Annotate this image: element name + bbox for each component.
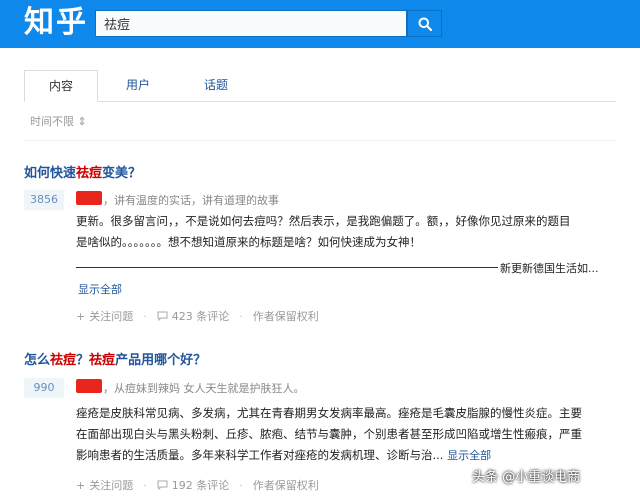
excerpt-text: 影响患者的生活质量。多年来科学工作者对痤疮的发病机理、诊断与治... — [76, 448, 444, 462]
excerpt-trailing-text: 新更新德国生活如... — [500, 262, 599, 275]
separator: · — [143, 309, 147, 323]
plus-icon: + — [76, 309, 86, 323]
tab-topics[interactable]: 话题 — [190, 70, 242, 100]
vote-count[interactable]: 990 — [24, 378, 64, 398]
search-button[interactable] — [407, 10, 442, 37]
separator: · — [143, 478, 147, 492]
vote-count[interactable]: 3856 — [24, 190, 64, 210]
result-title[interactable]: 如何快速祛痘变美？ — [24, 162, 141, 181]
answer-excerpt[interactable]: 痤疮是皮肤科常见病、多发病，尤其在青春期男女发病率最高。痤疮是毛囊皮脂腺的慢性炎… — [76, 403, 616, 466]
answer-meta-row: + 关注问题 · 192 条评论 · 作者保留权利 — [76, 477, 319, 493]
answer-meta-row: + 关注问题 · 423 条评论 · 作者保留权利 — [76, 308, 319, 324]
comment-icon — [157, 311, 168, 321]
excerpt-line: 痤疮是皮肤科常见病、多发病，尤其在青春期男女发病率最高。痤疮是毛囊皮脂腺的慢性炎… — [76, 406, 582, 420]
show-all-link[interactable]: 显示全部 — [447, 449, 491, 462]
excerpt-line: 影响患者的生活质量。多年来科学工作者对痤疮的发病机理、诊断与治... 显示全部 — [76, 445, 616, 466]
title-highlight: 祛痘 — [76, 166, 103, 181]
divider — [24, 140, 616, 141]
tab-content[interactable]: 内容 — [24, 70, 98, 102]
search-input[interactable] — [95, 10, 407, 37]
search-icon — [418, 17, 432, 31]
excerpt-line: 是啥似的。。。。。。。想不想知道原来的标题是啥？如何快速成为女神！ — [76, 235, 421, 249]
follow-question-link[interactable]: 关注问题 — [89, 308, 133, 324]
title-text: 产品用哪个好？ — [115, 353, 207, 368]
show-all-link[interactable]: 显示全部 — [78, 281, 122, 297]
rights-text: 作者保留权利 — [252, 479, 319, 492]
separator: · — [239, 478, 243, 492]
search-tabs: 内容 用户 话题 — [24, 70, 616, 102]
follow-question-link[interactable]: 关注问题 — [89, 477, 133, 493]
comments-link[interactable]: 192 条评论 — [172, 477, 230, 493]
author-bio: ，从痘妹到辣妈 女人天生就是护肤狂人。 — [103, 382, 305, 395]
title-highlight: 祛痘 — [89, 353, 116, 368]
title-text: 变美？ — [102, 166, 142, 181]
excerpt-line: 在面部出现白头与黑头粉刺、丘疹、脓疱、结节与囊肿，个别患者甚至形成凹陷或增生性瘢… — [76, 427, 582, 441]
comment-icon — [157, 480, 168, 490]
author-bio: ，讲有温度的实话，讲有道理的故事 — [103, 194, 279, 207]
horizontal-rule — [76, 267, 498, 268]
time-filter[interactable]: 时间不限 ⇕ — [30, 113, 87, 129]
title-highlight: 祛痘 — [50, 353, 77, 368]
rights-text: 作者保留权利 — [252, 310, 319, 323]
tab-users[interactable]: 用户 — [112, 70, 164, 100]
result-title[interactable]: 怎么祛痘？祛痘产品用哪个好？ — [24, 349, 206, 368]
separator: · — [239, 309, 243, 323]
zhihu-logo[interactable]: 知乎 — [24, 6, 88, 40]
watermark-text: 头条 @小重谈电商 — [472, 470, 581, 485]
answer-excerpt[interactable]: 更新。很多留言问，，不是说如何去痘吗？然后表示，是我跑偏题了。额，，好像你见过原… — [76, 211, 616, 253]
redacted-author-name — [76, 191, 102, 205]
plus-icon: + — [76, 478, 86, 492]
title-text: 如何快速 — [24, 166, 77, 181]
excerpt-line: 更新。很多留言问，，不是说如何去痘吗？然后表示，是我跑偏题了。额，，好像你见过原… — [76, 214, 571, 228]
comments-link[interactable]: 423 条评论 — [172, 308, 230, 324]
toutiao-watermark: 头条 @小重谈电商 — [472, 466, 580, 485]
top-navigation-bar: 知乎 — [0, 0, 640, 48]
title-text: 怎么 — [24, 353, 51, 368]
redacted-author-name — [76, 379, 102, 393]
title-text: ？ — [76, 353, 90, 368]
